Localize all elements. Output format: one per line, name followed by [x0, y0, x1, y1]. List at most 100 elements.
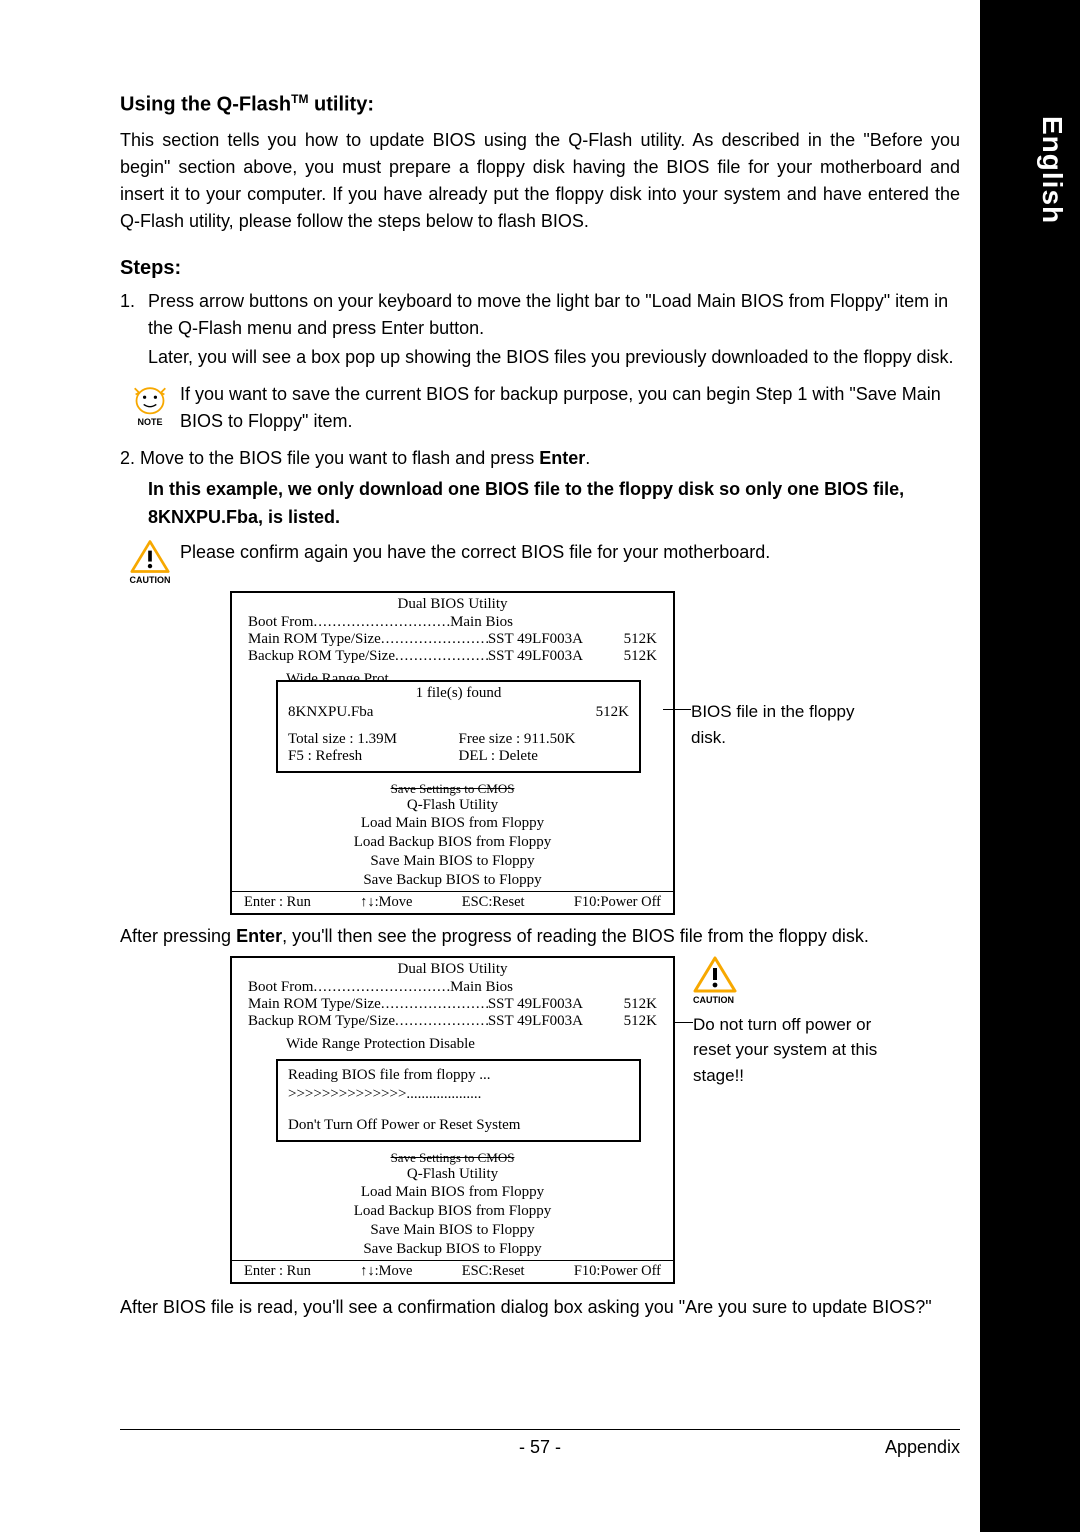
annotation-1: BIOS file in the floppy disk.: [691, 699, 881, 750]
menu-save-main[interactable]: Save Main BIOS to Floppy: [232, 852, 673, 871]
total-size: Total size : 1.39M: [288, 731, 459, 748]
bios-title-2: Dual BIOS Utility: [232, 958, 673, 979]
free-size: Free size : 911.50K: [459, 731, 630, 748]
step2-pre: 2. Move to the BIOS file you want to fla…: [120, 448, 539, 468]
bios-window-2: Dual BIOS Utility Boot From ............…: [230, 956, 675, 1284]
file-popup: 1 file(s) found 8KNXPU.Fba 512K Total si…: [276, 680, 641, 773]
annotation-2-text-wrap: Do not turn off power or reset your syst…: [693, 1012, 903, 1089]
bios-popup-wrap-2: Wide Range Protection Disable Reading BI…: [232, 1036, 673, 1148]
qflash-menu: Load Main BIOS from Floppy Load Backup B…: [232, 814, 673, 891]
bios-screenshot-2: Dual BIOS Utility Boot From ............…: [230, 956, 960, 1284]
cmd-enter[interactable]: Enter : Run: [244, 894, 311, 911]
bios-screenshot-1: Dual BIOS Utility Boot From ............…: [230, 591, 960, 915]
backup-rom-value: SST 49LF003A: [488, 648, 583, 665]
cmd-move[interactable]: ↑↓:Move: [360, 1263, 412, 1280]
caution-icon: CAUTION: [120, 539, 180, 585]
cmd-esc[interactable]: ESC:Reset: [462, 1263, 525, 1280]
heading-text-pre: Using the Q-Flash: [120, 94, 291, 116]
dots: ..........................: [395, 1013, 488, 1030]
after-enter-post: , you'll then see the progress of readin…: [282, 926, 869, 946]
file-row[interactable]: 8KNXPU.Fba 512K: [288, 704, 629, 721]
example-note: In this example, we only download one BI…: [148, 476, 960, 532]
after-read-text: After BIOS file is read, you'll see a co…: [120, 1294, 960, 1321]
qflash-menu-2: Load Main BIOS from Floppy Load Backup B…: [232, 1183, 673, 1260]
backup-rom-size: 512K: [603, 1013, 657, 1030]
bios-info-lines-2: Boot From ..............................…: [232, 979, 673, 1036]
page-content: Using the Q-FlashTM utility: This sectio…: [120, 92, 960, 1321]
footer: - 57 - Appendix: [120, 1437, 960, 1458]
backup-rom-size: 512K: [603, 648, 657, 665]
cmd-esc[interactable]: ESC:Reset: [462, 894, 525, 911]
cmd-f10[interactable]: F10:Power Off: [574, 894, 661, 911]
note-icon: NOTE: [120, 381, 180, 427]
boot-from-value: Main Bios: [450, 614, 513, 631]
intro-paragraph: This section tells you how to update BIO…: [120, 127, 960, 235]
bios-title: Dual BIOS Utility: [232, 593, 673, 614]
dots: ..............................: [381, 631, 488, 648]
heading-tm: TM: [291, 92, 308, 106]
reading-text: Reading BIOS file from floppy ...: [288, 1067, 629, 1084]
command-bar-2: Enter : Run ↑↓:Move ESC:Reset F10:Power …: [232, 1260, 673, 1282]
backup-rom-label: Backup ROM Type/Size: [248, 1013, 395, 1030]
step-1-continued: Later, you will see a box pop up showing…: [148, 344, 960, 371]
cutoff-text-2: Save Settings to CMOS: [232, 1150, 673, 1166]
menu-load-backup[interactable]: Load Backup BIOS from Floppy: [232, 833, 673, 852]
files-found: 1 file(s) found: [288, 685, 629, 702]
backup-rom-label: Backup ROM Type/Size: [248, 648, 395, 665]
spacer: [603, 614, 657, 631]
main-rom-size: 512K: [603, 631, 657, 648]
after-enter-text: After pressing Enter, you'll then see th…: [120, 923, 960, 950]
heading-text-post: utility:: [308, 94, 374, 116]
command-bar: Enter : Run ↑↓:Move ESC:Reset F10:Power …: [232, 891, 673, 913]
dots: ........................................…: [313, 979, 450, 996]
caution-icon-2: CAUTION: [693, 956, 903, 1008]
footer-page-number: - 57 -: [120, 1437, 960, 1458]
menu-load-backup[interactable]: Load Backup BIOS from Floppy: [232, 1202, 673, 1221]
boot-from-label: Boot From: [248, 614, 313, 631]
file-name: 8KNXPU.Fba: [288, 704, 373, 721]
menu-load-main[interactable]: Load Main BIOS from Floppy: [232, 1183, 673, 1202]
dots: ..........................: [395, 648, 488, 665]
menu-save-main[interactable]: Save Main BIOS to Floppy: [232, 1221, 673, 1240]
annotation-2-text: Do not turn off power or reset your syst…: [693, 1015, 877, 1085]
step2-enter: Enter: [539, 448, 585, 468]
reading-popup: Reading BIOS file from floppy ... >>>>>>…: [276, 1059, 641, 1142]
wide-range-row: Wide Range Protection Disable: [286, 1036, 641, 1053]
menu-save-backup[interactable]: Save Backup BIOS to Floppy: [232, 1240, 673, 1259]
menu-load-main[interactable]: Load Main BIOS from Floppy: [232, 814, 673, 833]
annotation-1-text: BIOS file in the floppy disk.: [691, 702, 854, 747]
main-rom-label: Main ROM Type/Size: [248, 996, 381, 1013]
section-heading: Using the Q-FlashTM utility:: [120, 92, 960, 117]
footer-rule: [120, 1429, 960, 1430]
progress-bar: >>>>>>>>>>>>>>....................: [288, 1086, 629, 1103]
backup-rom-value: SST 49LF003A: [488, 1013, 583, 1030]
caution-block: CAUTION Please confirm again you have th…: [120, 539, 960, 585]
step2-post: .: [585, 448, 590, 468]
qflash-title-2: Q-Flash Utility: [232, 1166, 673, 1183]
main-rom-value: SST 49LF003A: [488, 631, 583, 648]
del-delete[interactable]: DEL : Delete: [459, 748, 630, 765]
bios-info-lines: Boot From ..............................…: [232, 614, 673, 671]
step-body: Press arrow buttons on your keyboard to …: [148, 288, 960, 342]
caution-label-2: CAUTION: [693, 994, 734, 1008]
menu-save-backup[interactable]: Save Backup BIOS to Floppy: [232, 871, 673, 890]
f5-refresh[interactable]: F5 : Refresh: [288, 748, 459, 765]
cmd-move[interactable]: ↑↓:Move: [360, 894, 412, 911]
note-label: NOTE: [137, 417, 162, 427]
dots: ........................................…: [313, 614, 450, 631]
annotation-2: CAUTION Do not turn off power or reset y…: [693, 956, 903, 1088]
main-rom-size: 512K: [603, 996, 657, 1013]
main-rom-value: SST 49LF003A: [488, 996, 583, 1013]
step-number: 1.: [120, 288, 148, 342]
step-1: 1. Press arrow buttons on your keyboard …: [120, 288, 960, 342]
boot-from-label: Boot From: [248, 979, 313, 996]
qflash-title: Q-Flash Utility: [232, 797, 673, 814]
caution-label: CAUTION: [130, 575, 171, 585]
bios-popup-wrap: Wide Range Prot 1 file(s) found 8KNXPU.F…: [232, 671, 673, 779]
language-tab: English: [1024, 95, 1080, 245]
cutoff-text: Save Settings to CMOS: [232, 781, 673, 797]
cmd-enter[interactable]: Enter : Run: [244, 1263, 311, 1280]
steps-heading: Steps:: [120, 257, 960, 280]
bios-window: Dual BIOS Utility Boot From ............…: [230, 591, 675, 915]
cmd-f10[interactable]: F10:Power Off: [574, 1263, 661, 1280]
